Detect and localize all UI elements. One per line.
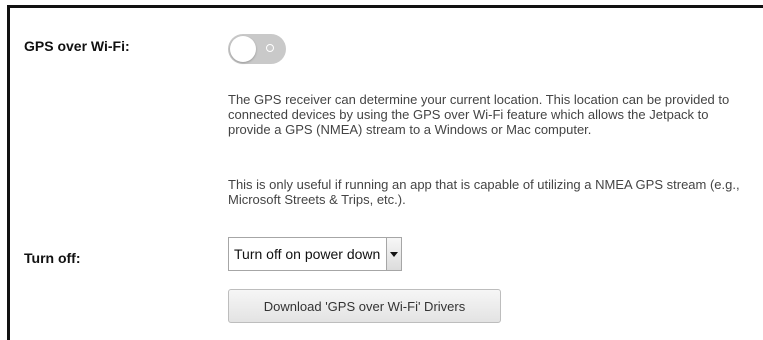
toggle-off-icon (266, 44, 274, 52)
chevron-down-icon[interactable] (386, 238, 402, 270)
gps-over-wifi-toggle[interactable] (228, 34, 286, 64)
download-drivers-button[interactable]: Download 'GPS over Wi-Fi' Drivers (228, 289, 501, 323)
gps-description: The GPS receiver can determine your curr… (228, 92, 730, 137)
gps-over-wifi-label: GPS over Wi-Fi: (24, 38, 130, 54)
toggle-knob (230, 36, 256, 62)
turn-off-select[interactable]: Turn off on power down (228, 237, 403, 271)
gps-usage-note: This is only useful if running an app th… (228, 177, 740, 207)
turn-off-label: Turn off: (24, 250, 81, 266)
turn-off-select-value: Turn off on power down (234, 246, 381, 262)
